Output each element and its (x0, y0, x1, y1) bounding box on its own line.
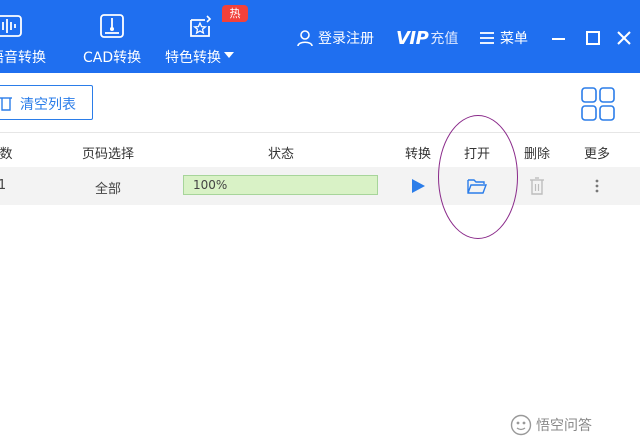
hot-badge: 热 (222, 5, 248, 22)
maximize-icon[interactable] (583, 27, 603, 49)
table-header: 数 页码选择 状态 转换 打开 删除 更多 (0, 133, 640, 167)
cad-icon (100, 14, 124, 38)
open-folder-icon[interactable] (466, 175, 488, 197)
wukong-logo-icon (510, 414, 532, 436)
login-register-label: 登录注册 (318, 31, 374, 47)
header-pages: 数 (0, 147, 13, 162)
clear-list-button[interactable]: 清空列表 (0, 85, 93, 120)
tool-audio-convert[interactable]: 语音转换 (0, 0, 62, 73)
top-bar: 语音转换 CAD转换 特色转换 热 登录注册 VIP 充 (0, 0, 640, 73)
login-register-link[interactable]: 登录注册 (296, 27, 374, 49)
delete-icon[interactable] (526, 175, 548, 197)
watermark: 悟空问答 (510, 413, 592, 437)
menu-button[interactable]: 菜单 (480, 27, 528, 49)
header-delete: 删除 (523, 147, 551, 162)
table-row: 1 全部 100% (0, 167, 640, 205)
vip-label: VIP (396, 27, 429, 49)
menu-label: 菜单 (500, 31, 528, 47)
hamburger-icon (480, 32, 494, 44)
audio-wave-icon (0, 15, 22, 37)
grid-view-icon[interactable] (581, 87, 615, 121)
tool-cad-label: CAD转换 (83, 50, 142, 66)
header-open: 打开 (463, 147, 491, 162)
header-more: 更多 (583, 147, 611, 162)
play-icon[interactable] (407, 175, 429, 197)
progress-bar: 100% (183, 175, 378, 195)
user-icon (297, 30, 313, 47)
vip-recharge-button[interactable]: VIP 充值 (396, 27, 458, 49)
tool-special-label: 特色转换 (165, 50, 221, 66)
progress-text: 100% (193, 178, 228, 192)
header-status: 状态 (267, 147, 295, 162)
watermark-text: 悟空问答 (536, 418, 592, 434)
clear-list-label: 清空列表 (20, 97, 76, 113)
tool-cad-convert[interactable]: CAD转换 (80, 0, 144, 73)
header-page-select: 页码选择 (81, 147, 135, 162)
star-box-icon (190, 15, 212, 37)
trash-icon (0, 97, 12, 111)
recharge-label: 充值 (430, 31, 459, 47)
header-convert: 转换 (404, 147, 432, 162)
more-icon[interactable] (586, 175, 608, 197)
close-icon[interactable] (614, 27, 634, 49)
cell-page-select[interactable]: 全部 (95, 178, 121, 197)
caret-down-icon (224, 52, 234, 58)
tool-audio-label: 语音转换 (0, 50, 46, 66)
cell-pages: 1 (0, 178, 7, 193)
minimize-icon[interactable] (549, 27, 569, 49)
